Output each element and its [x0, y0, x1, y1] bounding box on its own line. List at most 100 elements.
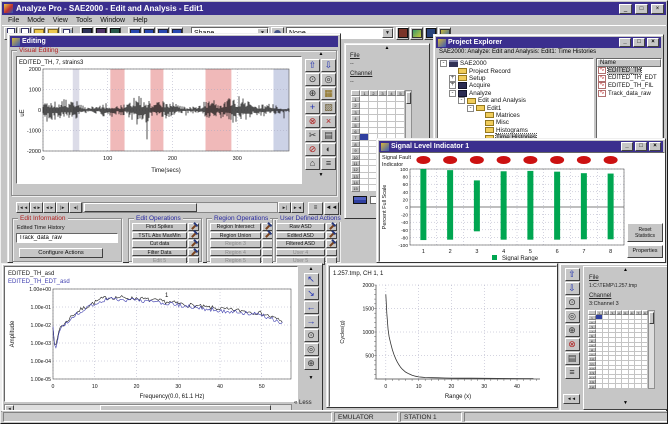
print-button[interactable]: ≡ — [321, 157, 336, 170]
bl-palette-down-icon[interactable]: ▼ — [301, 376, 321, 381]
tree-item-matrices[interactable]: Matrices — [438, 112, 593, 119]
matrix-cell-icon[interactable] — [353, 196, 367, 204]
wave-scroll-thumb[interactable] — [84, 203, 196, 212]
raw-asd-button[interactable]: Raw ASD — [276, 223, 325, 231]
tree-item-histograms[interactable]: Histograms — [438, 127, 593, 134]
bl-palette-up-icon[interactable]: ▲ — [301, 267, 321, 272]
menu-window[interactable]: Window — [96, 17, 129, 24]
filtered-asd-action-button[interactable] — [326, 240, 337, 248]
center-view-button[interactable]: ⊕ — [565, 324, 580, 337]
list-view-button[interactable]: ▤ — [565, 352, 580, 365]
expand-icon[interactable]: + — [449, 75, 456, 82]
disable-region-button[interactable]: ⊘ — [305, 143, 320, 156]
pe-close-button[interactable]: × — [647, 38, 659, 47]
palette-extra-0-button[interactable]: ≡ — [308, 202, 323, 215]
list-item-edited-th-fil[interactable]: ∿EDITED_TH_FIL — [597, 82, 661, 90]
reset-statistics-button[interactable]: Reset Statistics — [627, 223, 663, 242]
tree-item-edit1[interactable]: -Edit1 — [438, 104, 593, 111]
menu-tools[interactable]: Tools — [72, 17, 96, 24]
sig-close-button[interactable]: × — [649, 142, 661, 151]
cut-region-button[interactable]: ✂ — [305, 129, 320, 142]
wave-scroll-button-0[interactable]: |◄◄ — [16, 202, 30, 213]
pe-minimize-button[interactable]: _ — [619, 38, 631, 47]
wave-scroll-button-4[interactable]: ◄| — [69, 202, 82, 213]
grid-row-header[interactable]: 16 — [588, 384, 596, 389]
zoom-in-button[interactable]: ⊙ — [565, 296, 580, 309]
pan-mode-button[interactable] — [410, 27, 423, 40]
sig-minimize-button[interactable]: _ — [621, 142, 633, 151]
panel-scroll-up-icon[interactable]: ▲ — [345, 46, 429, 51]
pan-down-right-button[interactable]: ↘ — [304, 287, 319, 300]
sig-maximize-button[interactable]: □ — [635, 142, 647, 151]
zoom-in-button[interactable]: ⊙ — [304, 329, 319, 342]
cycles-plot[interactable]: 5001000150020000102030401.257.tmp, CH 1,… — [330, 267, 556, 406]
filter-data-action-button[interactable] — [188, 249, 199, 257]
crosshair-button[interactable]: + — [305, 101, 320, 114]
br-scroll-down-icon[interactable]: ▼ — [584, 401, 667, 406]
collapse-icon[interactable]: - — [467, 105, 474, 112]
cycles-chart[interactable]: 5001000150020000102030401.257.tmp, CH 1,… — [329, 266, 557, 407]
region-intersect-button[interactable]: Region Intersect — [210, 223, 261, 231]
collapse-icon[interactable]: - — [440, 60, 447, 67]
editing-title-bar[interactable]: Editing — [10, 36, 338, 47]
properties-button[interactable]: Properties — [627, 245, 663, 258]
rewind-button[interactable]: ◄◄ — [563, 394, 580, 404]
cancel-edit-button[interactable]: × — [321, 115, 336, 128]
tree-item-edit-and-analysis[interactable]: -Edit and Analysis — [438, 97, 593, 104]
close-button[interactable]: × — [651, 4, 664, 14]
scroll-up-button[interactable]: ⇧ — [305, 59, 320, 72]
configure-actions-button[interactable]: Configure Actions — [19, 248, 103, 258]
scroll-up-button[interactable]: ⇧ — [565, 268, 580, 281]
filtered-asd-button[interactable]: Filtered ASD — [276, 240, 325, 248]
delete-region-button[interactable]: ⊗ — [305, 115, 320, 128]
wave-scroll-button-r1[interactable]: ►◄ — [291, 202, 304, 213]
wave-scroll-button-r0[interactable]: ►| — [278, 202, 291, 213]
time-history-plot[interactable]: 200010000-1000-20000100200300EDITED_TH, … — [17, 57, 301, 183]
tstl-abs-maxmin-button[interactable]: TSTL Abs MaxMin — [132, 232, 187, 240]
collapse-icon[interactable]: - — [449, 90, 456, 97]
grid-table[interactable]: 1234567812345678910111213141516 — [588, 310, 648, 389]
print-button[interactable]: ≡ — [565, 366, 580, 379]
tree-item-setup[interactable]: +Setup — [438, 75, 593, 82]
edited-asd-action-button[interactable] — [326, 232, 337, 240]
center-view-button[interactable]: ⊕ — [304, 357, 319, 370]
delete-region-button[interactable]: ⊗ — [565, 338, 580, 351]
tree-item-acquire[interactable]: +Acquire — [438, 82, 593, 89]
run-action-button[interactable] — [396, 27, 409, 40]
palette-extra-1-button[interactable]: ◄◄ — [324, 202, 339, 215]
pan-up-left-button[interactable]: ↖ — [304, 273, 319, 286]
tree-item-sae2000[interactable]: -SAE2000 — [438, 60, 593, 67]
grid-scroll-thumb[interactable] — [649, 312, 654, 324]
menu-file[interactable]: File — [4, 17, 23, 24]
signal-level-chart[interactable]: -100-80-60-40-2002040608010012345678Perc… — [380, 153, 664, 261]
palette-scroll-down-icon[interactable]: ▼ — [305, 173, 337, 178]
edited-asd-button[interactable]: Edited ASD — [276, 232, 325, 240]
tree-item-analyze[interactable]: -Analyze — [438, 90, 593, 97]
pan-left-button[interactable]: ← — [304, 301, 319, 314]
br-scroll-up-icon[interactable]: ▲ — [584, 268, 667, 273]
menu-view[interactable]: View — [49, 17, 72, 24]
zoom-in-button[interactable]: ⊙ — [305, 73, 320, 86]
zoom-out-button[interactable]: ◎ — [565, 310, 580, 323]
project-explorer-title-bar[interactable]: Project Explorer _ □ × — [436, 37, 661, 48]
menu-mode[interactable]: Mode — [23, 17, 49, 24]
filter-data-button[interactable]: Filter Data — [132, 249, 187, 257]
list-item-track-data-raw[interactable]: ∿Track_data_raw — [597, 90, 661, 98]
palette-scroll-up-icon[interactable]: ▲ — [305, 52, 337, 57]
zoom-out-button[interactable]: ◎ — [304, 343, 319, 356]
list-regions-button[interactable]: ▤ — [321, 129, 336, 142]
wave-scroll-button-2[interactable]: ◄► — [43, 202, 56, 213]
wave-scroll-button-3[interactable]: |► — [56, 202, 69, 213]
pe-maximize-button[interactable]: □ — [633, 38, 645, 47]
zoom-out-button[interactable]: ◎ — [321, 73, 336, 86]
home-view-button[interactable]: ⌂ — [305, 157, 320, 170]
less-button[interactable]: « Less — [294, 400, 324, 406]
grid-scrollbar[interactable] — [648, 310, 655, 389]
scroll-down-button[interactable]: ⇩ — [565, 282, 580, 295]
pan-right-button[interactable]: → — [304, 315, 319, 328]
minimize-button[interactable]: _ — [619, 4, 632, 14]
maximize-button[interactable]: □ — [635, 4, 648, 14]
wave-scroll-track[interactable] — [82, 202, 278, 213]
copy-region-button[interactable]: ▨ — [321, 101, 336, 114]
find-spikes-button[interactable]: Find Spikes — [132, 223, 187, 231]
